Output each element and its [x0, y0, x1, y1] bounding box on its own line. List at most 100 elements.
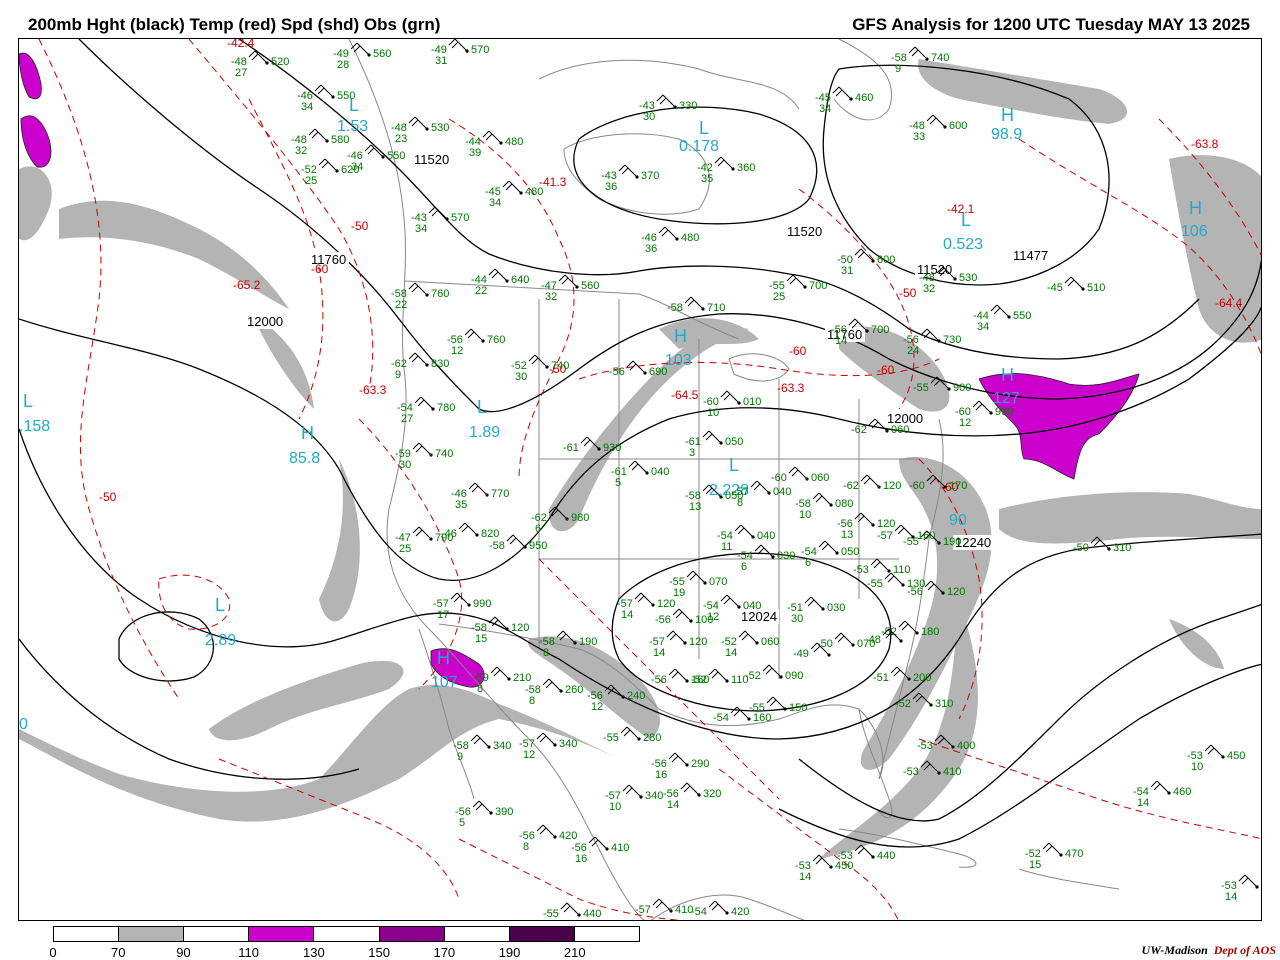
station-obs[interactable]: -52 74030 [511, 354, 569, 383]
station-obs[interactable]: -56 76012 [447, 328, 505, 357]
station-obs[interactable]: -62 8309 [391, 352, 449, 381]
wind-barb [558, 274, 578, 288]
station-obs[interactable]: -47 56032 [541, 274, 599, 303]
station-obs[interactable]: -45 48034 [485, 180, 543, 209]
station-obs[interactable]: -56 690 [609, 360, 667, 378]
station-obs[interactable]: -45 46034 [815, 86, 873, 115]
obs-height: 440 [583, 908, 601, 920]
wind-barb [658, 226, 678, 240]
station-obs[interactable]: -60 99012 [955, 400, 1013, 429]
station-obs[interactable]: -44 48039 [465, 130, 523, 159]
station-obs[interactable]: -58 76022 [391, 282, 449, 311]
obs-height: 770 [491, 488, 509, 500]
station-obs[interactable]: -48 60033 [909, 114, 967, 143]
obs-height: 410 [943, 766, 961, 778]
station-obs[interactable]: -52 110 [691, 668, 749, 686]
station-obs[interactable]: -42 36035 [697, 156, 755, 185]
station-obs[interactable]: -45 510 [1047, 276, 1105, 294]
station-obs[interactable]: -58 2608 [525, 678, 583, 707]
station-obs[interactable]: -56 3905 [455, 800, 513, 829]
wind-barb [414, 396, 434, 410]
chart-title-left: 200mb Hght (black) Temp (red) Spd (shd) … [28, 15, 441, 34]
weather-map[interactable]: 11520 11760 12000 11520 11477 11520 11760 12000… [18, 38, 1262, 921]
obs-temp: -49 [793, 648, 809, 660]
station-obs[interactable]: -53 45010 [1187, 744, 1245, 773]
station-obs[interactable]: -54 04011 [717, 524, 775, 553]
station-obs[interactable]: -56 73024 [903, 328, 961, 357]
temp-label: -42.4 [227, 39, 255, 50]
obs-height: 060 [891, 424, 909, 436]
wind-barb [666, 630, 686, 644]
obs-temp: -53 [903, 766, 919, 778]
station-obs[interactable]: -58 12015 [471, 616, 529, 645]
obs-dewpoint-depression: 34 [977, 321, 989, 333]
station-obs[interactable]: -46 55034 [297, 84, 355, 113]
station-obs[interactable]: -55 70025 [769, 274, 827, 303]
height-label: 12000 [247, 314, 283, 329]
obs-temp: -51 [873, 672, 889, 684]
station-obs[interactable]: -57 34012 [519, 732, 577, 761]
station-obs[interactable]: -55 440 [543, 902, 601, 920]
station-obs[interactable]: -43 57034 [411, 206, 469, 235]
station-obs[interactable]: -56 4208 [519, 824, 577, 853]
obs-dewpoint-depression: 34 [415, 223, 427, 235]
station-obs[interactable]: -46 77035 [451, 482, 509, 511]
station-obs[interactable]: -53 45014 [795, 854, 853, 883]
obs-dewpoint-depression: 39 [469, 147, 481, 159]
station-obs[interactable]: -5348014 [1221, 874, 1262, 903]
station-obs[interactable]: -52 06014 [721, 630, 779, 659]
station-obs[interactable]: -58 710 [667, 296, 725, 314]
station-obs[interactable]: -50 60031 [837, 248, 895, 277]
station-obs[interactable]: -52 62025 [301, 158, 359, 187]
station-obs[interactable]: -55 07019 [669, 570, 727, 599]
obs-height: 100 [695, 614, 713, 626]
station-obs[interactable]: -58 3409 [453, 734, 511, 763]
station-obs[interactable]: -58 08010 [795, 492, 853, 521]
height-label: 11520 [414, 152, 449, 167]
station-obs[interactable]: -51 03030 [787, 596, 845, 625]
obs-dewpoint-depression: 10 [799, 509, 811, 521]
obs-height: 450 [1227, 750, 1245, 762]
station-obs[interactable]: -53 110 [853, 558, 911, 576]
station-obs[interactable]: -48 58032 [291, 128, 349, 157]
station-obs[interactable]: -44 55034 [973, 304, 1031, 333]
station-obs[interactable]: -54 0506 [801, 540, 859, 569]
station-obs[interactable]: -47 79025 [395, 526, 453, 555]
station-obs[interactable]: -61 0405 [611, 460, 669, 489]
station-obs[interactable]: -60 060 [771, 466, 829, 484]
wind-barb [788, 466, 808, 480]
station-obs[interactable]: -52 47015 [1025, 842, 1083, 871]
obs-height: 040 [757, 530, 775, 542]
station-obs[interactable]: -57 410 [635, 898, 693, 916]
station-obs[interactable]: -57 99017 [433, 592, 491, 621]
station-obs[interactable]: -54 46014 [1133, 780, 1191, 809]
wind-barb [680, 782, 700, 796]
pressure-center-value: 1.89 [469, 424, 500, 441]
obs-temp: -52 [691, 674, 707, 686]
wind-barb [1042, 842, 1062, 856]
station-obs[interactable]: -43 37036 [601, 164, 659, 193]
station-obs[interactable]: -59 74030 [395, 442, 453, 471]
station-obs[interactable]: -56 29016 [651, 752, 709, 781]
station-obs[interactable]: -44 64022 [471, 268, 529, 297]
station-obs[interactable]: -56 32014 [663, 782, 721, 811]
obs-dewpoint-depression: 14 [667, 799, 679, 811]
station-obs[interactable]: -57 34010 [605, 784, 663, 813]
station-obs[interactable]: -54 78027 [397, 396, 455, 425]
station-obs[interactable]: -48 53023 [391, 116, 449, 145]
station-obs[interactable]: -48 52027 [231, 50, 289, 79]
obs-dewpoint-depression: 10 [609, 801, 621, 813]
obs-height: 340 [559, 738, 577, 750]
station-obs[interactable]: -46 48036 [641, 226, 699, 255]
station-obs[interactable]: -54 420 [691, 900, 749, 918]
station-obs[interactable]: -62 120 [843, 474, 901, 492]
station-obs[interactable]: -52 090 [745, 664, 803, 682]
obs-height: 580 [331, 134, 349, 146]
greenland [833, 39, 893, 121]
station-obs[interactable]: -59 2108 [473, 666, 531, 695]
obs-height: 190 [579, 636, 597, 648]
station-obs[interactable]: -49 57031 [431, 39, 489, 67]
obs-temp: -54 [713, 712, 729, 724]
obs-temp: -56 [651, 674, 667, 686]
station-obs[interactable]: -60 01010 [703, 390, 761, 419]
